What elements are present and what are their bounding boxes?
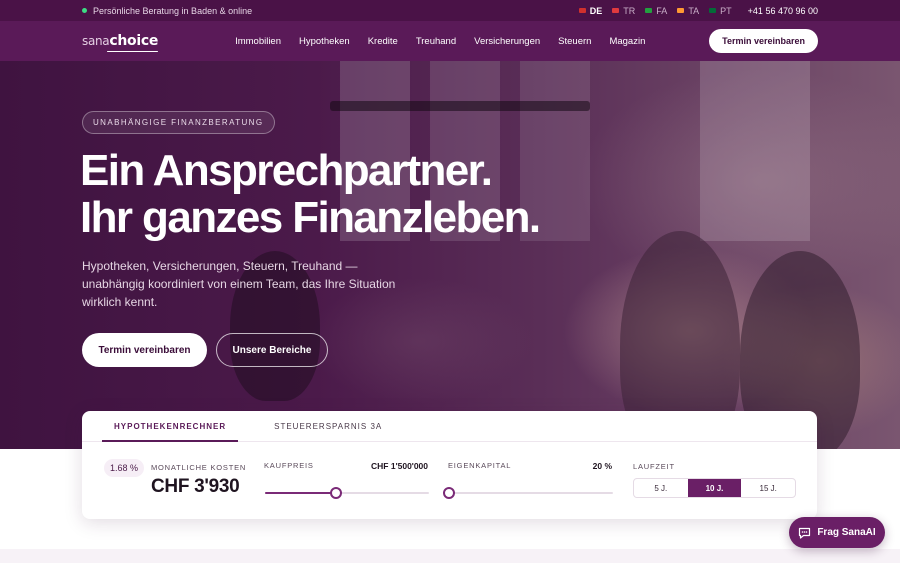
language-fa[interactable]: FA — [645, 6, 667, 16]
purchase-price-value: CHF 1'500'000 — [371, 461, 428, 471]
tab-mortgage-calculator[interactable]: HYPOTHEKENRECHNER — [102, 411, 239, 442]
chat-button[interactable]: Frag SanaAI — [789, 517, 885, 548]
hero-appointment-button[interactable]: Termin vereinbaren — [82, 333, 207, 367]
chat-button-label: Frag SanaAI — [817, 527, 876, 538]
term-option-15[interactable]: 15 J. — [741, 479, 795, 497]
section-divider-band — [0, 549, 900, 563]
language-pt[interactable]: PT — [709, 6, 732, 16]
purchase-price-slider-fill — [265, 492, 336, 494]
equity-slider-handle[interactable] — [443, 487, 455, 499]
nav-appointment-button[interactable]: Termin vereinbaren — [709, 29, 818, 53]
main-nav: sanachoice Immobilien Hypotheken Kredite… — [0, 21, 900, 61]
term-selector: 5 J. 10 J. 15 J. — [633, 478, 796, 498]
nav-item-steuern[interactable]: Steuern — [558, 36, 591, 47]
nav-item-magazin[interactable]: Magazin — [609, 36, 645, 47]
logo-underline — [107, 51, 159, 52]
interest-rate-badge: 1.68 % — [104, 459, 145, 477]
equity-label: EIGENKAPITAL — [448, 461, 512, 470]
status-dot-icon — [82, 8, 87, 13]
hero-areas-button[interactable]: Unsere Bereiche — [216, 333, 328, 367]
phone-link[interactable]: +41 56 470 96 00 — [748, 6, 818, 16]
equity-value: 20 % — [592, 461, 612, 471]
calculator-card: HYPOTHEKENRECHNER STEUERERSPARNIS 3A 1.6… — [82, 411, 817, 519]
nav-item-immobilien[interactable]: Immobilien — [235, 36, 281, 47]
top-bar-tagline: Persönliche Beratung in Baden & online — [93, 5, 253, 16]
chat-bubble-icon — [799, 527, 811, 539]
purchase-price-slider[interactable] — [265, 487, 429, 499]
term-label: LAUFZEIT — [633, 462, 675, 471]
language-tr[interactable]: TR — [612, 6, 635, 16]
hero-badge: UNABHÄNGIGE FINANZBERATUNG — [82, 111, 275, 134]
nav-item-treuhand[interactable]: Treuhand — [416, 36, 456, 47]
language-ta[interactable]: TA — [677, 6, 699, 16]
purchase-price-slider-handle[interactable] — [329, 487, 342, 499]
logo[interactable]: sanachoice — [82, 33, 159, 52]
hero-section: UNABHÄNGIGE FINANZBERATUNG Ein Ansprechp… — [0, 61, 900, 449]
calculator-tabs: HYPOTHEKENRECHNER STEUERERSPARNIS 3A — [82, 411, 817, 442]
flag-de-icon — [578, 8, 586, 13]
term-option-10[interactable]: 10 J. — [687, 479, 742, 497]
hero-background-window — [700, 61, 810, 241]
purchase-price-label: KAUFPREIS — [264, 461, 314, 470]
monthly-cost-value: CHF 3'930 — [151, 476, 240, 497]
top-bar-right: DE TR FA TA PT +41 56 470 96 00 — [578, 6, 818, 16]
flag-pt-icon — [709, 8, 717, 13]
hero-subtitle: Hypotheken, Versicherungen, Steuern, Tre… — [82, 259, 396, 309]
flag-fa-icon — [645, 8, 653, 13]
nav-item-versicherungen[interactable]: Versicherungen — [474, 36, 540, 47]
hero-headline: Ein Ansprechpartner. Ihr ganzes Finanzle… — [80, 146, 541, 242]
monthly-cost-label: MONATLICHE KOSTEN — [151, 463, 247, 472]
flag-tr-icon — [612, 8, 620, 13]
nav-item-kredite[interactable]: Kredite — [368, 36, 398, 47]
flag-ta-icon — [677, 8, 685, 13]
top-bar: Persönliche Beratung in Baden & online D… — [0, 0, 900, 21]
nav-item-hypotheken[interactable]: Hypotheken — [299, 36, 350, 47]
nav-menu: Immobilien Hypotheken Kredite Treuhand V… — [235, 36, 645, 47]
language-de[interactable]: DE — [578, 6, 602, 16]
term-option-5[interactable]: 5 J. — [634, 479, 688, 497]
equity-slider[interactable] — [443, 487, 613, 499]
tab-tax-savings-3a[interactable]: STEUERERSPARNIS 3A — [262, 411, 394, 441]
hero-background-lamp — [330, 101, 590, 111]
